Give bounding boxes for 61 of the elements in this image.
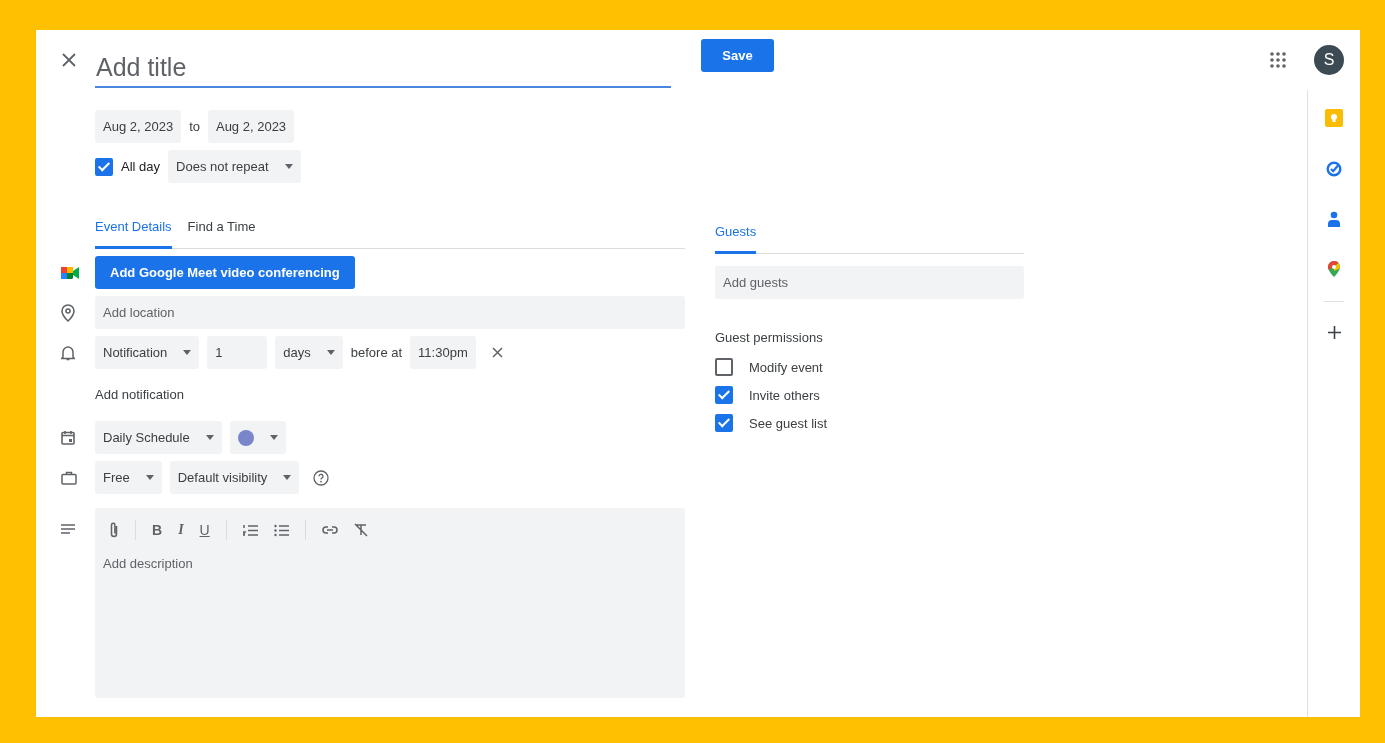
bell-icon	[61, 344, 75, 361]
paperclip-icon[interactable]	[109, 522, 119, 538]
description-field[interactable]: B I U Add description	[95, 508, 685, 698]
permission-label: See guest list	[749, 415, 828, 431]
link-icon[interactable]	[321, 526, 338, 534]
italic-button[interactable]: I	[178, 522, 184, 538]
caret-icon	[183, 350, 192, 355]
date-separator: to	[189, 119, 200, 134]
save-button[interactable]: Save	[701, 38, 774, 72]
checkbox[interactable]	[715, 386, 733, 404]
notification-type-dropdown[interactable]: Notification	[95, 336, 200, 369]
location-field[interactable]: Add location	[95, 296, 685, 329]
caret-icon	[269, 435, 278, 440]
tab[interactable]: Guests	[715, 218, 757, 254]
checkbox[interactable]	[95, 157, 113, 176]
permissions-heading: Guest permissions	[715, 330, 824, 345]
video-camera-icon	[61, 265, 79, 280]
close-icon[interactable]	[62, 53, 76, 67]
checkbox[interactable]	[715, 358, 733, 376]
guests-field[interactable]: Add guests	[715, 266, 1024, 299]
caret-icon	[326, 350, 335, 355]
caret-icon	[284, 164, 293, 169]
add-notification-link[interactable]: Add notification	[95, 387, 184, 402]
amount-field[interactable]: 1	[207, 336, 268, 369]
briefcase-icon	[61, 470, 77, 485]
task-check-icon[interactable]	[1326, 161, 1342, 177]
add-icon[interactable]	[1327, 326, 1341, 339]
tab[interactable]: Event Details	[95, 213, 172, 249]
caret-icon	[145, 475, 154, 480]
location-pin-icon	[61, 303, 75, 322]
visibility-dropdown[interactable]: Default visibility	[169, 461, 300, 494]
clear-formatting-icon[interactable]	[353, 523, 368, 537]
calendar-dropdown[interactable]: Daily Schedule	[95, 421, 222, 454]
close-icon[interactable]	[491, 347, 503, 358]
before-at-label: before at	[350, 345, 403, 360]
person-icon[interactable]	[1327, 211, 1341, 227]
meet-button[interactable]: Add Google Meet video conferencing	[95, 256, 355, 289]
help-icon[interactable]	[313, 469, 330, 486]
date-field[interactable]: Aug 2, 2023	[207, 110, 295, 143]
checkbox[interactable]	[715, 414, 733, 432]
date-field[interactable]: Aug 2, 2023	[95, 110, 182, 143]
caret-icon	[205, 435, 214, 440]
color-dropdown[interactable]	[229, 421, 286, 454]
availability-dropdown[interactable]: Free	[95, 461, 162, 494]
tab[interactable]: Find a Time	[187, 213, 256, 249]
avatar[interactable]: S	[1314, 45, 1344, 75]
permission-label: Invite others	[749, 387, 820, 403]
bulleted-list-icon[interactable]	[273, 523, 289, 537]
repeat-dropdown[interactable]: Does not repeat	[168, 150, 301, 183]
description-lines-icon	[61, 524, 75, 534]
permission-label: Modify event	[749, 359, 823, 375]
map-pin-icon[interactable]	[1328, 261, 1340, 277]
unit-dropdown[interactable]: days	[275, 336, 343, 369]
apps-grid-icon[interactable]	[1270, 52, 1286, 68]
calendar-icon	[61, 430, 75, 445]
underline-button[interactable]: U	[199, 522, 210, 538]
all-day-label: All day	[121, 159, 161, 174]
caret-icon	[283, 475, 292, 480]
numbered-list-icon[interactable]	[242, 523, 258, 537]
bold-button[interactable]: B	[152, 522, 163, 538]
time-field[interactable]: 11:30pm	[410, 336, 476, 369]
